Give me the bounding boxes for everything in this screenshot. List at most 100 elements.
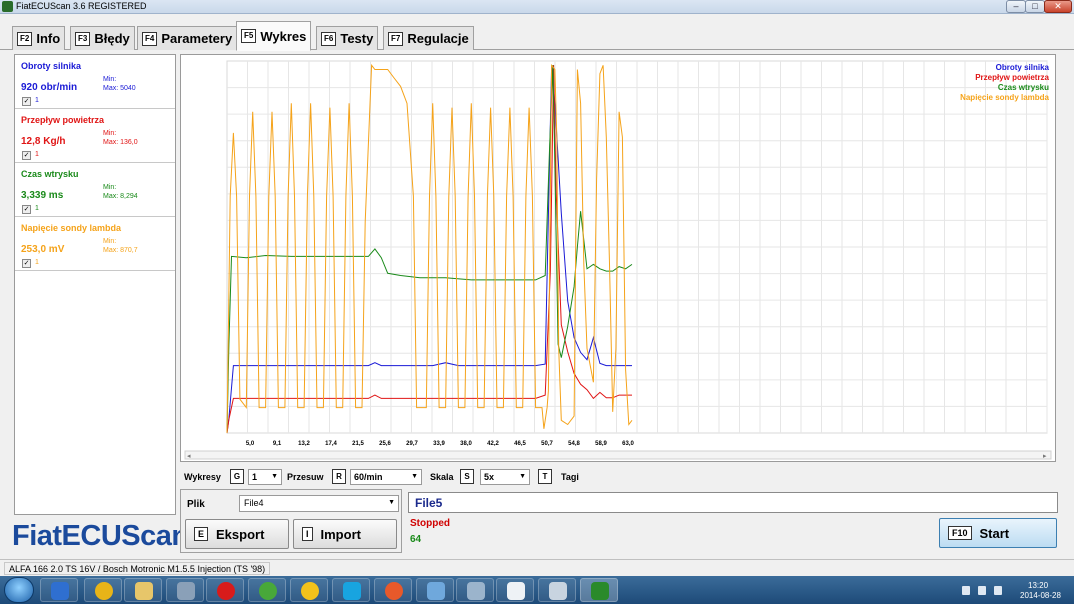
plik-label: Plik [187, 499, 205, 510]
param-checkbox[interactable]: ✓ [22, 97, 31, 106]
skype-icon[interactable] [332, 578, 370, 602]
tab-key: F5 [241, 29, 257, 43]
window-title: FiatECUScan 3.6 REGISTERED [16, 1, 147, 11]
tab-wykres[interactable]: F5 Wykres [236, 21, 312, 51]
chrome-icon[interactable] [84, 578, 122, 602]
tab-parametery[interactable]: F4 Parametery [137, 26, 238, 50]
start-label: Start [979, 525, 1010, 541]
start-button[interactable]: F10 Start [939, 518, 1057, 548]
param-checkbox[interactable]: ✓ [22, 151, 31, 160]
param-czas-wtrysku: Czas wtrysku 3,339 ms Min: Max: 8,294 ✓ … [15, 163, 175, 217]
chart-scrollbar [184, 450, 1052, 460]
scanner-icon[interactable] [166, 578, 204, 602]
chevron-down-icon: ▼ [411, 473, 418, 480]
param-name: Napięcie sondy lambda [21, 223, 122, 233]
param-value: 12,8 Kg/h [21, 136, 66, 147]
x-tick-label: 50,7 [541, 441, 553, 447]
calculator-icon[interactable] [538, 578, 576, 602]
export-button[interactable]: E Eksport [185, 519, 289, 549]
tagi-label: Tagi [561, 472, 579, 482]
taskbar: 13:20 2014-08-28 [0, 576, 1074, 604]
param-value: 920 obr/min [21, 82, 78, 93]
param-value: 253,0 mV [21, 244, 65, 255]
import-button[interactable]: I Import [293, 519, 397, 549]
przesuw-key: R [332, 469, 346, 484]
export-label: Eksport [216, 526, 265, 542]
orbit-icon[interactable] [374, 578, 412, 602]
clock-time[interactable]: 13:20 [1028, 581, 1048, 590]
scroll-left-arrow[interactable]: ◂ [187, 452, 191, 460]
x-tick-label: 9,1 [273, 441, 282, 447]
title-bar: FiatECUScan 3.6 REGISTERED – □ ✕ [0, 0, 1074, 14]
chevron-down-icon: ▼ [519, 473, 526, 480]
current-file-name: File5 [408, 492, 1058, 513]
close-button[interactable]: ✕ [1044, 0, 1072, 13]
param-max: Max: 5040 [103, 85, 136, 92]
tab-regulacje[interactable]: F7 Regulacje [383, 26, 474, 50]
brand-logo: FiatECUScan [12, 520, 189, 552]
x-tick-label: 29,7 [406, 441, 418, 447]
network-icon[interactable] [978, 586, 986, 595]
param-series-number: 1 [35, 205, 39, 212]
scroll-right-arrow[interactable]: ▸ [1043, 452, 1047, 460]
param-series-number: 1 [35, 259, 39, 266]
export-key: E [194, 527, 209, 541]
legend-item: Przepływ powietrza [975, 73, 1049, 82]
minimize-button[interactable]: – [1006, 0, 1026, 13]
param-obroty: Obroty silnika 920 obr/min Min: Max: 504… [15, 55, 175, 109]
tab-bledy[interactable]: F3 Błędy [70, 26, 135, 50]
param-min: Min: [103, 76, 117, 83]
skala-select[interactable]: 5x ▼ [480, 469, 530, 485]
opera-icon[interactable] [206, 578, 244, 602]
volume-icon[interactable] [994, 586, 1002, 595]
notepad-icon[interactable] [496, 578, 534, 602]
x-tick-label: 13,2 [298, 441, 310, 447]
import-label: Import [320, 526, 361, 542]
x-tick-label: 21,5 [352, 441, 364, 447]
param-name: Obroty silnika [21, 61, 82, 71]
printer-app-icon[interactable] [456, 578, 494, 602]
param-min: Min: [103, 130, 117, 137]
x-tick-label: 25,6 [379, 441, 391, 447]
utorrent-icon[interactable] [248, 578, 286, 602]
chrome-canary-icon[interactable] [290, 578, 328, 602]
param-name: Czas wtrysku [21, 169, 79, 179]
wykresy-select[interactable]: 1 ▼ [248, 469, 282, 485]
x-tick-label: 17,4 [325, 441, 337, 447]
chevron-down-icon: ▼ [388, 499, 395, 506]
przesuw-select[interactable]: 60/min ▼ [350, 469, 422, 485]
param-checkbox[interactable]: ✓ [22, 205, 31, 214]
param-series-number: 1 [35, 97, 39, 104]
maximize-button[interactable]: □ [1025, 0, 1045, 13]
file-panel: Plik File4 ▼ E Eksport I Import [180, 489, 402, 553]
param-max: Max: 136,0 [103, 139, 138, 146]
x-tick-label: 54,8 [568, 441, 580, 447]
plik-select[interactable]: File4 ▼ [239, 495, 399, 512]
x-tick-label: 63,0 [622, 441, 634, 447]
param-min: Min: [103, 184, 117, 191]
paint-icon[interactable] [416, 578, 454, 602]
system-tray: 13:20 2014-08-28 [928, 578, 1070, 602]
start-menu-icon[interactable] [4, 577, 34, 603]
tab-testy[interactable]: F6 Testy [316, 26, 379, 50]
param-napiecie-lambda: Napięcie sondy lambda 253,0 mV Min: Max:… [15, 217, 175, 271]
media-player-icon[interactable] [40, 578, 78, 602]
plik-value: File4 [244, 498, 264, 508]
line-chart: 5,0 9,1 13,2 17,4 21,5 25,6 29,7 33,9 38,0 42,2 46… [184, 60, 1052, 460]
tab-key: F2 [17, 31, 33, 46]
fiatecuscan-icon[interactable] [580, 578, 618, 602]
start-key: F10 [948, 526, 972, 540]
x-tick-label: 58,9 [595, 441, 607, 447]
param-przeplyw: Przepływ powietrza 12,8 Kg/h Min: Max: 1… [15, 109, 175, 163]
vehicle-info: ALFA 166 2.0 TS 16V / Bosch Motronic M1.… [4, 562, 271, 575]
tab-info[interactable]: F2 Info [12, 26, 66, 50]
x-tick-label: 42,2 [487, 441, 499, 447]
battery-icon[interactable] [962, 586, 970, 595]
param-checkbox[interactable]: ✓ [22, 259, 31, 268]
tagi-key[interactable]: T [538, 469, 552, 484]
tab-label: Parametery [161, 31, 233, 46]
clock-date[interactable]: 2014-08-28 [1020, 591, 1061, 600]
file-explorer-icon[interactable] [124, 578, 162, 602]
import-key: I [302, 527, 313, 541]
tab-key: F3 [75, 31, 91, 46]
